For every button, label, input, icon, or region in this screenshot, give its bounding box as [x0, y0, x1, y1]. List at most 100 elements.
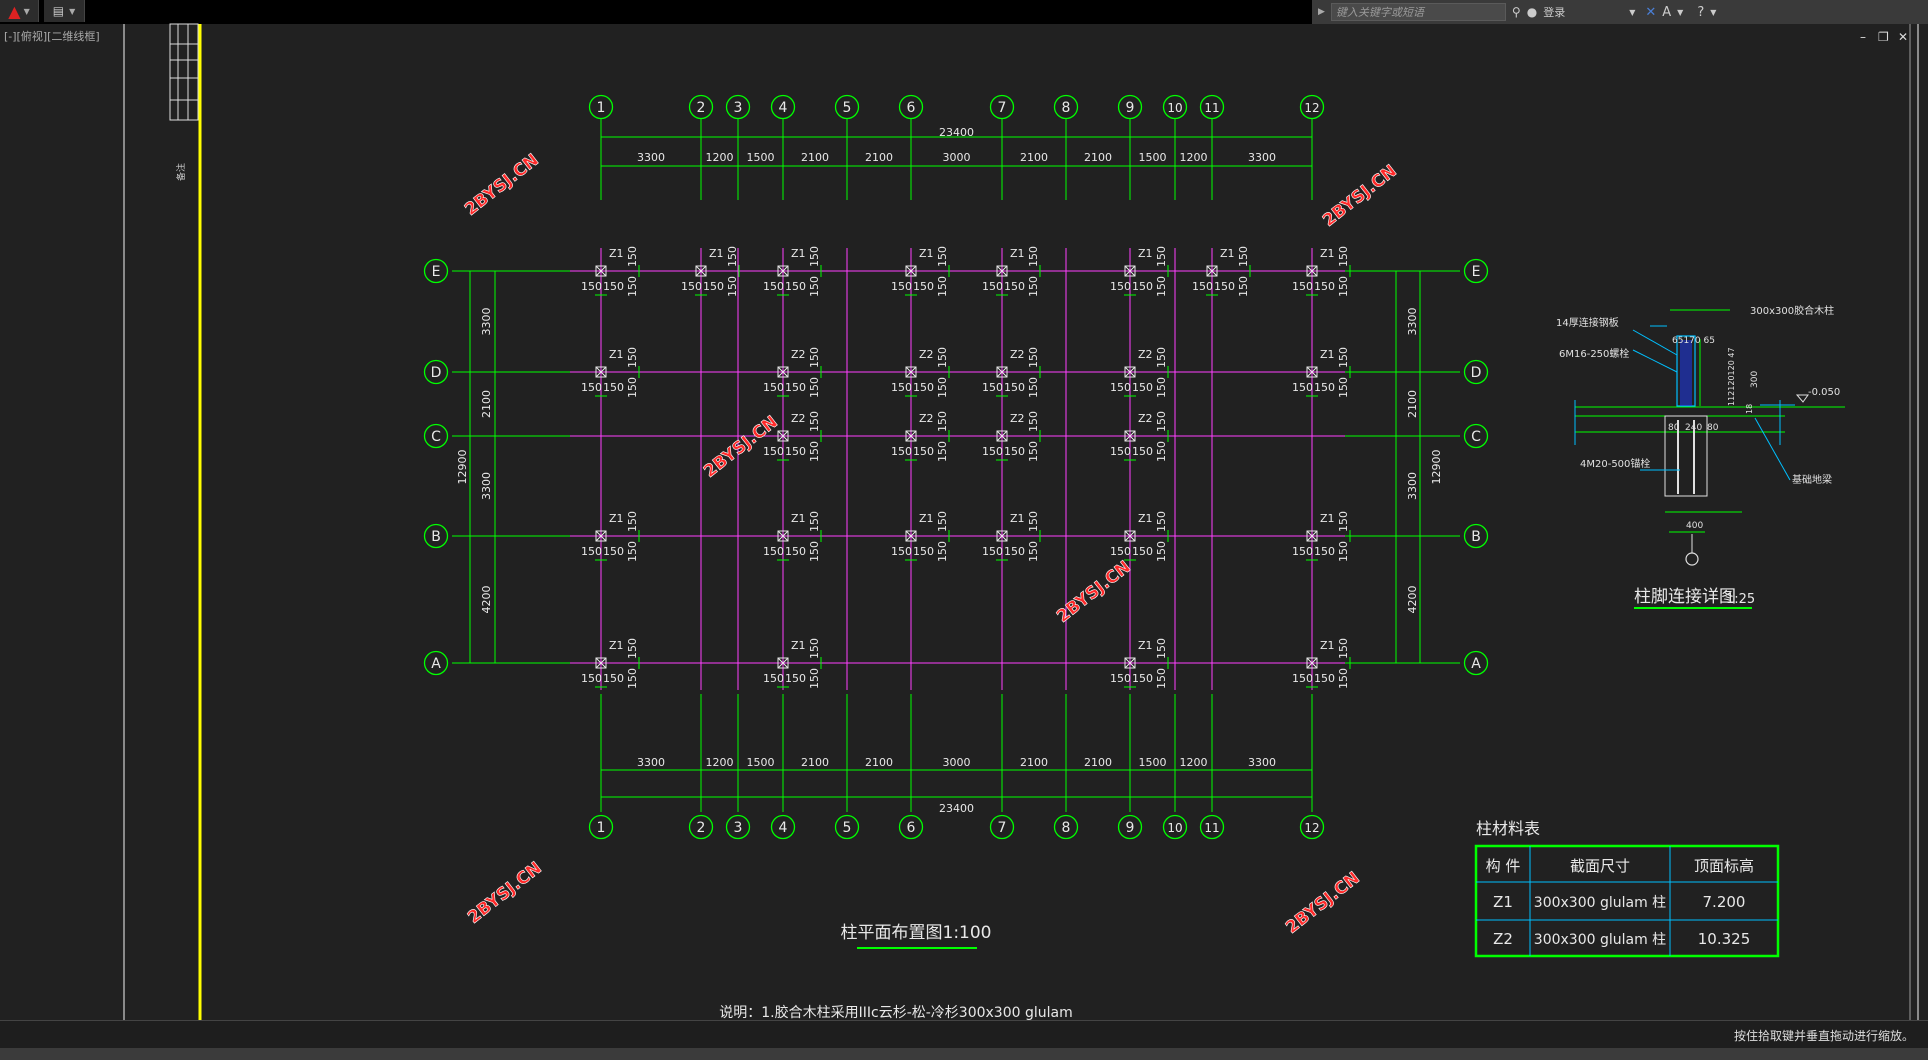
column-dim: 150: [785, 445, 806, 458]
column-dim: 150: [1314, 672, 1335, 685]
column-tag: Z1: [1320, 247, 1335, 260]
column-dim: 150: [936, 411, 949, 432]
column-tag: Z1: [609, 512, 624, 525]
detail-dim-80a: 80: [1668, 423, 1680, 433]
column-dim: 150: [1314, 280, 1335, 293]
column-dim: 150: [1314, 545, 1335, 558]
column-dim: 150: [1337, 638, 1350, 659]
column-dim: 150: [626, 347, 639, 368]
column-dim: 150: [1027, 276, 1040, 297]
column-dim: 150: [1027, 377, 1040, 398]
column-dim: 150: [808, 276, 821, 297]
column-dim: 150: [1155, 511, 1168, 532]
column-tag: Z2: [791, 348, 806, 361]
column-tag: Z2: [1138, 348, 1153, 361]
column-dim: 150: [808, 411, 821, 432]
column-dim: 150: [1004, 445, 1025, 458]
detail-label-plate: 14厚连接钢板: [1556, 316, 1619, 329]
status-bar: 按住拾取键并垂直拖动进行缩放。: [0, 1020, 1928, 1049]
column-dim: 150: [913, 545, 934, 558]
column-dim: 150: [626, 246, 639, 267]
column-dim: 150: [1292, 672, 1313, 685]
column-dim: 150: [936, 347, 949, 368]
sidebar-note: 备注: [175, 163, 187, 181]
table-cell: 7.200: [1703, 893, 1746, 911]
dim-span-bottom: 1200: [706, 756, 734, 769]
axis-label: 11: [1204, 821, 1219, 835]
column-tag: Z1: [1010, 247, 1025, 260]
column-dim: 150: [1027, 347, 1040, 368]
column-tag: Z1: [609, 639, 624, 652]
table-header-member: 构 件: [1486, 857, 1521, 875]
column-dim: 150: [808, 668, 821, 689]
axis-label: B: [431, 529, 441, 545]
dim-span-top: 2100: [1020, 151, 1048, 164]
column-dim: 150: [1155, 347, 1168, 368]
dim-total-right: 12900: [1430, 450, 1443, 485]
column-dim: 150: [1155, 441, 1168, 462]
dim-span-left: 2100: [480, 390, 493, 418]
column-dim: 150: [726, 246, 739, 267]
plan-title: 柱平面布置图1:100: [841, 923, 992, 943]
column-dim: 150: [808, 377, 821, 398]
column-dim: 150: [703, 280, 724, 293]
axis-label: 2: [697, 820, 706, 836]
column-dim: 150: [785, 545, 806, 558]
dim-span-top: 2100: [1084, 151, 1112, 164]
column-dim: 150: [1110, 445, 1131, 458]
column-dim: 150: [982, 381, 1003, 394]
column-dim: 150: [763, 381, 784, 394]
column-dim: 150: [603, 545, 624, 558]
dim-span-right: 4200: [1406, 586, 1419, 614]
column-tag: Z1: [709, 247, 724, 260]
column-dim: 150: [808, 347, 821, 368]
column-dim: 150: [1337, 541, 1350, 562]
column-dim: 150: [936, 276, 949, 297]
column-dim: 150: [1155, 541, 1168, 562]
column-dim: 150: [1337, 377, 1350, 398]
column-dim: 150: [1155, 411, 1168, 432]
column-dim: 150: [1237, 276, 1250, 297]
column-dim: 150: [936, 377, 949, 398]
axis-label: 3: [734, 100, 743, 116]
dim-span-top: 2100: [865, 151, 893, 164]
axis-label: E: [432, 264, 441, 280]
column-foot-detail: 300x300胶合木柱 14厚连接钢板 6M16-250螺栓 4M20-500锚…: [1556, 304, 1845, 609]
column-dim: 150: [626, 638, 639, 659]
column-tag: Z1: [791, 639, 806, 652]
column-tag: Z1: [1320, 512, 1335, 525]
column-dim: 150: [913, 381, 934, 394]
column-dim: 150: [1110, 280, 1131, 293]
general-note: 说明：1.胶合木柱采用IIIc云杉-松-冷杉300x300 glulam: [719, 1004, 1072, 1021]
column-dim: 150: [626, 377, 639, 398]
detail-label-beam: 基础地梁: [1792, 473, 1832, 486]
column-dim: 150: [581, 280, 602, 293]
column-dim: 150: [1132, 381, 1153, 394]
column-dim: 150: [1155, 276, 1168, 297]
detail-label-anchor: 4M20-500锚栓: [1580, 457, 1650, 470]
dim-span-bottom: 1500: [747, 756, 775, 769]
axis-label: 12: [1304, 101, 1319, 115]
column-dim: 150: [603, 381, 624, 394]
table-cell: 300x300 glulam 柱: [1534, 895, 1666, 911]
drawing-canvas[interactable]: 备注 2340023400330033001200120015001500210…: [0, 0, 1928, 1060]
axis-label: 5: [843, 100, 852, 116]
column-dim: 150: [936, 441, 949, 462]
dim-span-bottom: 1200: [1180, 756, 1208, 769]
axis-label: 7: [998, 820, 1007, 836]
column-dim: 150: [626, 511, 639, 532]
column-dim: 150: [913, 280, 934, 293]
dim-span-bottom: 2100: [1020, 756, 1048, 769]
column-dim: 150: [808, 638, 821, 659]
dim-span-bottom: 1500: [1139, 756, 1167, 769]
column-dim: 150: [1027, 246, 1040, 267]
column-tag: Z2: [1010, 348, 1025, 361]
column-dim: 150: [626, 668, 639, 689]
dim-span-bottom: 3300: [637, 756, 665, 769]
title-strip: [169, 23, 199, 121]
column-dim: 150: [763, 445, 784, 458]
command-strip[interactable]: [0, 1048, 1928, 1060]
dim-span-left: 3300: [480, 308, 493, 336]
axis-label: 2: [697, 100, 706, 116]
table-cell: Z1: [1493, 893, 1513, 911]
